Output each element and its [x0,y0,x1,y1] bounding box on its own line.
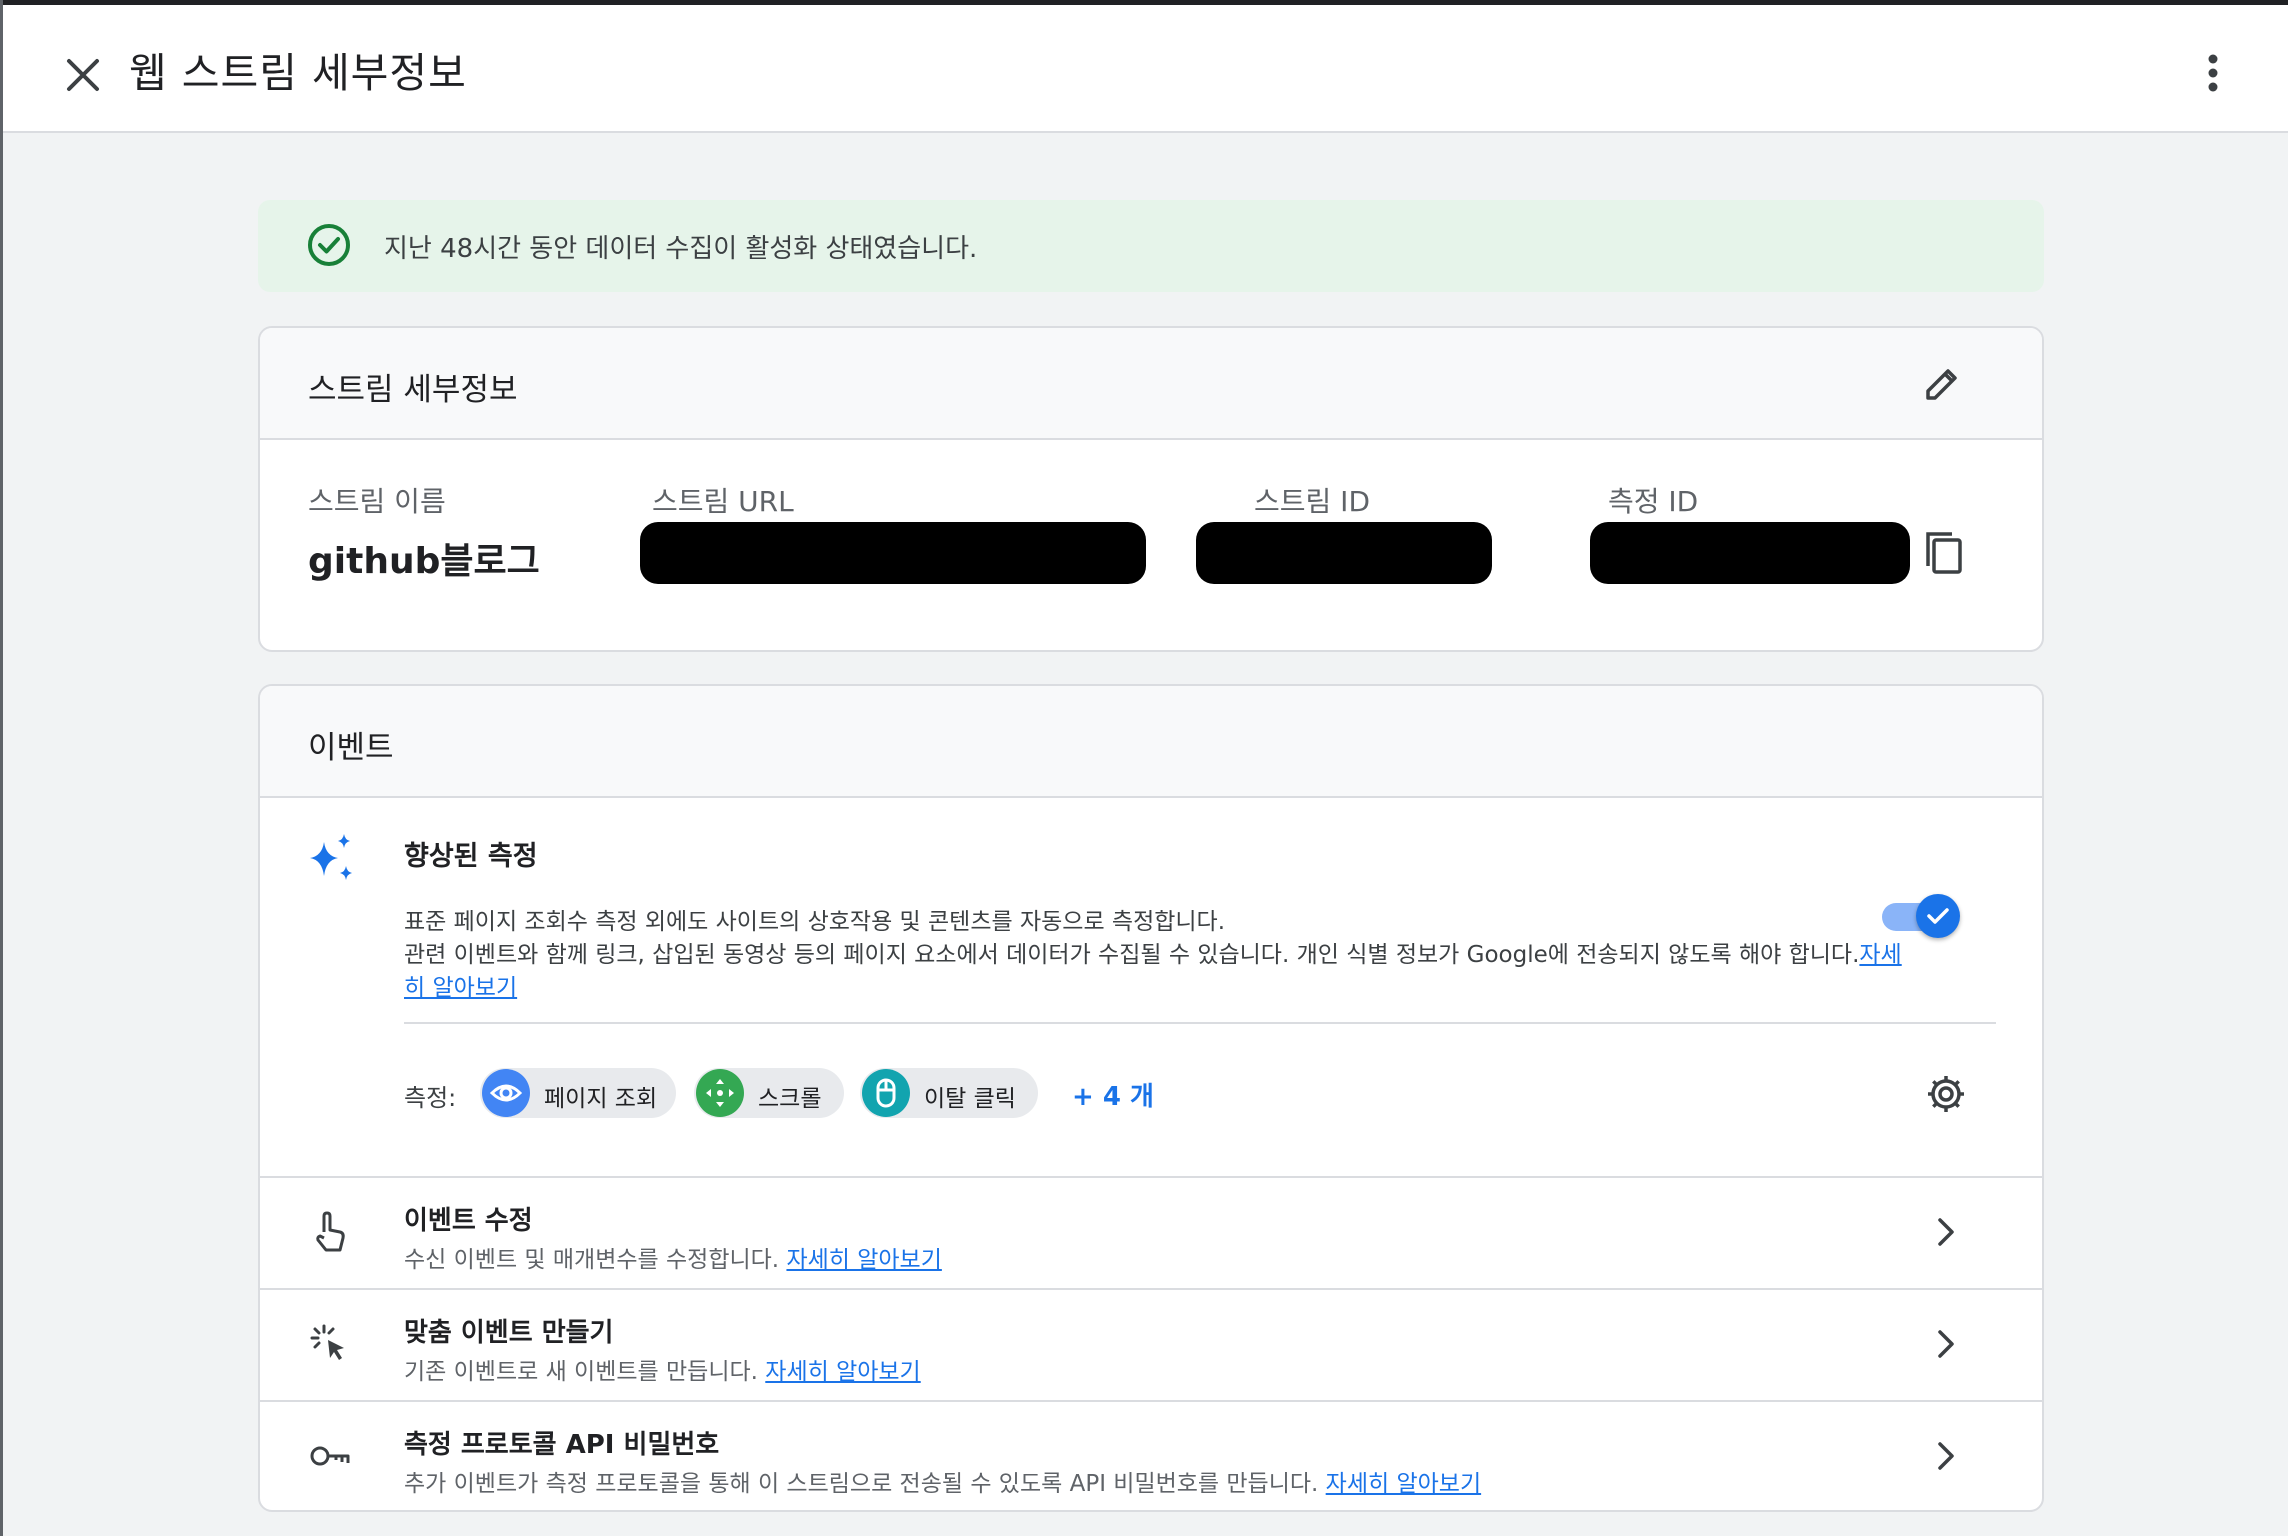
enhanced-measurement-description: 표준 페이지 조회수 측정 외에도 사이트의 상호작용 및 콘텐츠를 자동으로 … [404,906,1904,1005]
check-circle-icon [308,224,350,266]
cursor-click-icon [310,1324,344,1360]
enhanced-measurement-toggle[interactable] [1882,894,1960,940]
chip-page-view-label: 페이지 조회 [544,1086,658,1112]
toggle-knob [1916,894,1960,938]
toggle-check-icon [1927,908,1949,924]
row-api-secrets-desc: 추가 이벤트가 측정 프로토콜을 통해 이 스트림으로 전송될 수 있도록 AP… [404,1471,1319,1497]
measure-label: 측정: [404,1084,457,1112]
enhanced-desc-line1: 표준 페이지 조회수 측정 외에도 사이트의 상호작용 및 콘텐츠를 자동으로 … [404,909,1226,935]
scroll-arrows-icon [706,1079,734,1107]
close-icon[interactable] [53,45,113,105]
chip-outbound-click-icon-bg [862,1069,910,1117]
stream-id-label: 스트림 ID [1254,485,1370,518]
row-modify-events-desc: 수신 이벤트 및 매개변수를 수정합니다. [404,1247,780,1273]
copy-icon[interactable] [1920,528,1968,580]
row-api-secrets[interactable]: 측정 프로토콜 API 비밀번호 추가 이벤트가 측정 프로토콜을 통해 이 스… [260,1400,2042,1510]
enhanced-measurement-title: 향상된 측정 [404,841,538,872]
more-measurements-link[interactable]: + 4 개 [1072,1076,1154,1113]
edit-stream-button[interactable] [1920,362,1964,406]
gear-icon[interactable] [1924,1072,1968,1116]
row-create-custom-event[interactable]: 맞춤 이벤트 만들기 기존 이벤트로 새 이벤트를 만듭니다. 자세히 알아보기 [260,1288,2042,1400]
close-button[interactable] [53,45,113,105]
more-vert-icon[interactable] [2199,49,2227,97]
stream-name-label: 스트림 이름 [308,485,446,518]
chip-page-view[interactable]: 페이지 조회 [480,1068,676,1118]
row-modify-events-learn-more[interactable]: 자세히 알아보기 [786,1247,941,1273]
window-left-edge [0,0,3,1536]
row-modify-events-subtitle: 수신 이벤트 및 매개변수를 수정합니다. 자세히 알아보기 [404,1240,942,1274]
page-title: 웹 스트림 세부정보 [129,49,467,97]
status-message: 지난 48시간 동안 데이터 수집이 활성화 상태였습니다. [384,234,978,264]
row-create-custom-event-learn-more[interactable]: 자세히 알아보기 [765,1359,920,1385]
chip-scroll[interactable]: 스크롤 [694,1068,844,1118]
measurement-id-redacted [1590,522,1910,584]
chip-page-view-icon-bg [482,1069,530,1117]
more-options-button[interactable] [2199,49,2227,97]
events-card: 이벤트 향상된 측정 표준 페이지 조회수 측정 외에도 사이트의 상호작용 및… [258,684,2044,1512]
enhanced-desc-line2: 관련 이벤트와 함께 링크, 삽입된 동영상 등의 페이지 요소에서 데이터가 … [404,942,1860,968]
status-banner: 지난 48시간 동안 데이터 수집이 활성화 상태였습니다. [258,200,2044,292]
stream-id-redacted [1196,522,1492,584]
edit-pencil-icon[interactable] [1920,362,1964,406]
chip-outbound-click[interactable]: 이탈 클릭 [860,1068,1038,1118]
sparkle-icon [310,834,352,880]
row-create-custom-event-title: 맞춤 이벤트 만들기 [404,1318,614,1348]
chip-scroll-icon-bg [696,1069,744,1117]
events-title: 이벤트 [308,730,394,766]
row-api-secrets-subtitle: 추가 이벤트가 측정 프로토콜을 통해 이 스트림으로 전송될 수 있도록 AP… [404,1464,1481,1498]
stream-url-label: 스트림 URL [652,485,794,518]
enhanced-divider [404,1022,1996,1024]
panel-header: 웹 스트림 세부정보 [3,5,2288,133]
stream-details-header: 스트림 세부정보 [260,328,2042,440]
events-header: 이벤트 [260,686,2042,798]
mouse-icon [876,1078,896,1108]
copy-measurement-id-button[interactable] [1920,528,1968,580]
chevron-right-icon [1938,1442,1954,1470]
chevron-right-icon [1938,1218,1954,1246]
chevron-right-icon [1938,1330,1954,1358]
row-modify-events[interactable]: 이벤트 수정 수신 이벤트 및 매개변수를 수정합니다. 자세히 알아보기 [260,1176,2042,1288]
row-api-secrets-learn-more[interactable]: 자세히 알아보기 [1326,1471,1481,1497]
key-icon [310,1446,350,1466]
row-api-secrets-title: 측정 프로토콜 API 비밀번호 [404,1430,720,1460]
stream-url-redacted [640,522,1146,584]
row-create-custom-event-subtitle: 기존 이벤트로 새 이벤트를 만듭니다. 자세히 알아보기 [404,1352,921,1386]
chip-outbound-click-label: 이탈 클릭 [924,1086,1016,1112]
eye-icon [489,1084,523,1102]
stream-name-value: github블로그 [308,541,540,582]
chip-scroll-label: 스크롤 [758,1086,822,1112]
row-modify-events-title: 이벤트 수정 [404,1206,533,1236]
row-create-custom-event-desc: 기존 이벤트로 새 이벤트를 만듭니다. [404,1359,758,1385]
stream-details-card: 스트림 세부정보 스트림 이름 github블로그 스트림 URL 스트림 ID… [258,326,2044,652]
stream-details-title: 스트림 세부정보 [308,372,518,408]
measurement-settings-button[interactable] [1924,1072,1968,1116]
measurement-id-label: 측정 ID [1608,485,1699,518]
touch-icon [316,1211,345,1252]
